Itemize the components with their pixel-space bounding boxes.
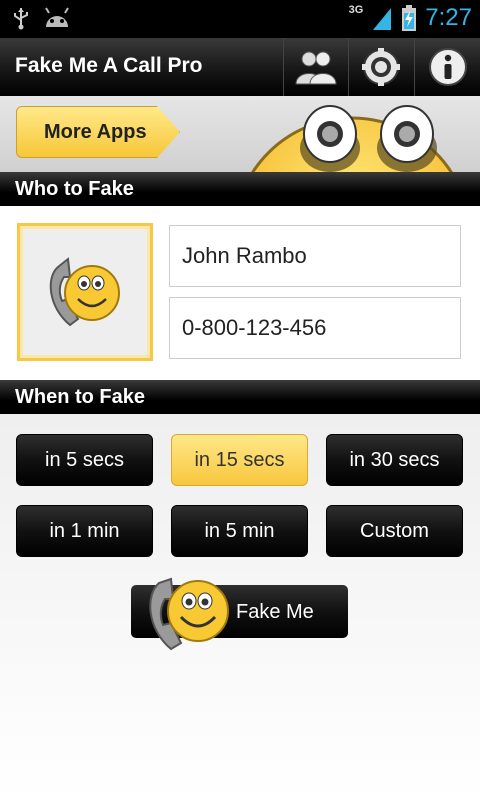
option-1-min-button[interactable]: in 1 min xyxy=(16,505,153,557)
option-label: in 1 min xyxy=(49,519,120,542)
status-bar: 3G 7:27 xyxy=(0,0,480,38)
option-5-secs-button[interactable]: in 5 secs xyxy=(16,434,153,486)
caller-name-value: John Rambo xyxy=(182,243,307,268)
option-15-secs-button[interactable]: in 15 secs xyxy=(171,434,308,486)
option-label: in 30 secs xyxy=(349,448,440,471)
smiley-mascot-icon xyxy=(251,105,453,172)
settings-button[interactable] xyxy=(348,38,413,96)
action-bar: Fake Me A Call Pro xyxy=(0,38,480,97)
info-button[interactable] xyxy=(414,38,480,96)
smiley-phone-icon xyxy=(149,577,229,651)
status-right-icons: 3G 7:27 xyxy=(349,4,472,32)
battery-charging-icon xyxy=(402,5,417,31)
when-to-fake-header: When to Fake xyxy=(0,380,480,414)
contacts-button[interactable] xyxy=(283,38,348,96)
clock: 7:27 xyxy=(425,4,472,31)
option-5-min-button[interactable]: in 5 min xyxy=(171,505,308,557)
contacts-icon xyxy=(295,51,337,85)
more-apps-button[interactable]: More Apps xyxy=(16,106,180,158)
status-left-icons xyxy=(12,6,70,30)
caller-name-field[interactable]: John Rambo xyxy=(169,225,461,287)
option-custom-button[interactable]: Custom xyxy=(326,505,463,557)
who-to-fake-header: Who to Fake xyxy=(0,172,480,206)
caller-number-value: 0-800-123-456 xyxy=(182,315,327,340)
contact-area: John Rambo 0-800-123-456 xyxy=(0,206,480,380)
who-to-fake-title: Who to Fake xyxy=(15,177,134,200)
settings-icon xyxy=(362,48,400,86)
banner: More Apps xyxy=(0,96,480,172)
usb-icon xyxy=(14,8,28,30)
more-apps-label: More Apps xyxy=(44,120,147,143)
network-type: 3G xyxy=(348,4,364,16)
caller-number-field[interactable]: 0-800-123-456 xyxy=(169,297,461,359)
option-label: in 5 min xyxy=(204,519,275,542)
caller-photo-button[interactable] xyxy=(17,223,153,361)
fake-me-label: Fake Me xyxy=(236,601,314,623)
when-to-fake-title: When to Fake xyxy=(15,385,146,408)
app-title: Fake Me A Call Pro xyxy=(15,54,203,77)
option-label: in 15 secs xyxy=(194,448,285,471)
option-30-secs-button[interactable]: in 30 secs xyxy=(326,434,463,486)
option-label: Custom xyxy=(360,519,429,542)
android-debug-icon xyxy=(45,7,69,27)
smiley-phone-icon xyxy=(49,257,120,327)
signal-icon xyxy=(373,8,392,30)
info-icon xyxy=(429,48,467,86)
fake-me-button[interactable]: Fake Me xyxy=(131,577,348,651)
option-label: in 5 secs xyxy=(45,448,124,471)
